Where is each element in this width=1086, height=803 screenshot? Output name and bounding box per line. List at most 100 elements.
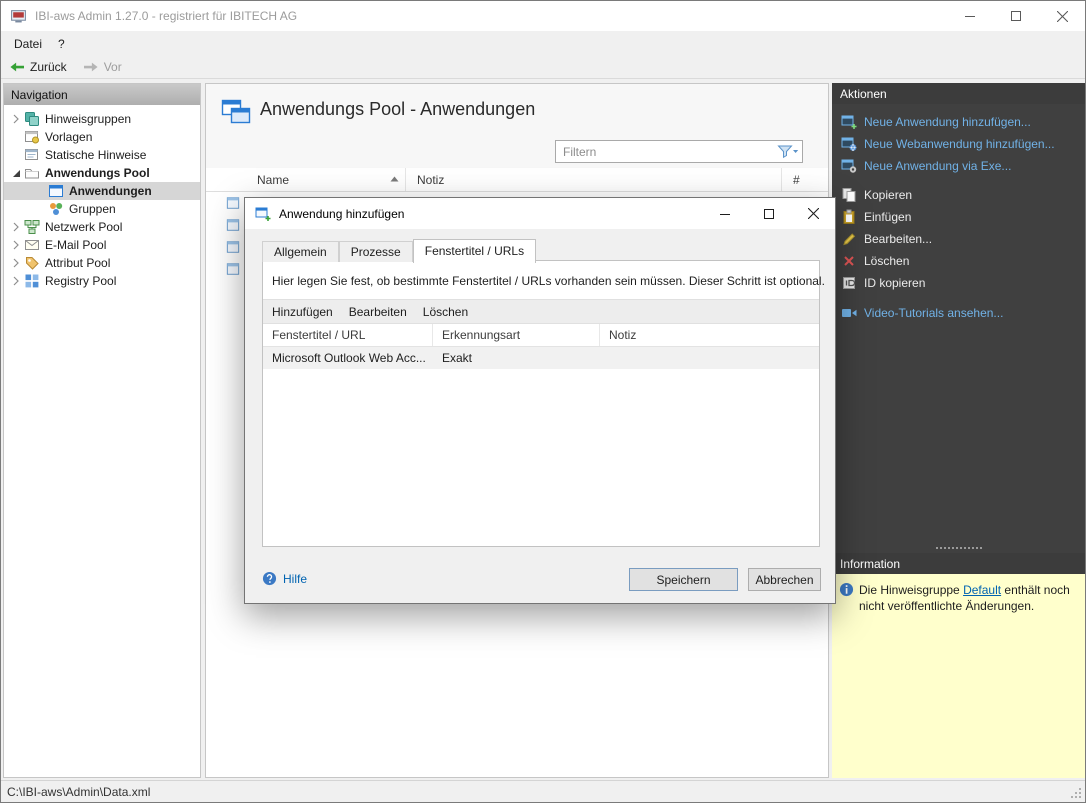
filter-icon[interactable] xyxy=(777,144,799,160)
dialog-close-button[interactable] xyxy=(791,198,835,229)
column-header-fenstertitel-url[interactable]: Fenstertitel / URL xyxy=(263,324,433,346)
netzwerk-pool-icon xyxy=(24,219,40,235)
panel-splitter[interactable] xyxy=(936,547,982,549)
hinweisgruppen-icon xyxy=(24,111,40,127)
sidebar-item-registry-pool[interactable]: Registry Pool xyxy=(4,272,200,290)
application-icon xyxy=(226,196,240,210)
chevron-right-icon[interactable] xyxy=(8,276,24,286)
filter-row xyxy=(206,137,828,168)
actions-body: Neue Anwendung hinzufügen... Neue Webanw… xyxy=(832,104,1085,553)
new-webapplication-icon xyxy=(841,136,857,152)
bearbeiten-button[interactable]: Bearbeiten xyxy=(349,305,407,319)
maximize-icon xyxy=(1011,11,1021,21)
status-path: C:\IBI-aws\Admin\Data.xml xyxy=(7,785,150,799)
sidebar-item-attribut-pool[interactable]: Attribut Pool xyxy=(4,254,200,272)
chevron-right-icon[interactable] xyxy=(8,222,24,232)
dialog-minimize-button[interactable] xyxy=(703,198,747,229)
chevron-expanded-icon[interactable] xyxy=(8,169,24,178)
app-window: IBI-aws Admin 1.27.0 - registriert für I… xyxy=(0,0,1086,803)
column-header-notiz[interactable]: Notiz xyxy=(600,324,819,346)
close-button[interactable] xyxy=(1039,1,1085,31)
sidebar-item-email-pool[interactable]: E-Mail Pool xyxy=(4,236,200,254)
information-header: Information xyxy=(832,553,1085,574)
dialog-maximize-button[interactable] xyxy=(747,198,791,229)
navigation-toolbar: Zurück Vor xyxy=(1,56,1085,79)
chevron-right-icon[interactable] xyxy=(8,240,24,250)
action-id-kopieren[interactable]: ID kopieren xyxy=(832,272,1085,294)
sidebar-item-netzwerk-pool[interactable]: Netzwerk Pool xyxy=(4,218,200,236)
anwendungs-pool-icon xyxy=(24,165,40,181)
maximize-button[interactable] xyxy=(993,1,1039,31)
action-neue-anwendung[interactable]: Neue Anwendung hinzufügen... xyxy=(832,111,1085,133)
dialog-footer: Hilfe Speichern Abbrechen xyxy=(245,559,835,603)
dialog-tab-content: Hier legen Sie fest, ob bestimmte Fenste… xyxy=(262,260,820,547)
application-icon xyxy=(226,262,240,276)
forward-icon xyxy=(83,60,99,74)
sidebar-item-gruppen[interactable]: Gruppen xyxy=(4,200,200,218)
action-video-tutorials[interactable]: Video-Tutorials ansehen... xyxy=(832,302,1085,324)
action-neue-webanwendung[interactable]: Neue Webanwendung hinzufügen... xyxy=(832,133,1085,155)
menubar: Datei ? xyxy=(1,32,1085,56)
back-icon xyxy=(9,60,25,74)
copy-icon xyxy=(841,187,857,203)
hinzufuegen-button[interactable]: Hinzufügen xyxy=(272,305,333,319)
menu-help[interactable]: ? xyxy=(50,32,73,56)
action-bearbeiten[interactable]: Bearbeiten... xyxy=(832,228,1085,250)
main-header: Anwendungs Pool - Anwendungen xyxy=(206,84,828,137)
sidebar-item-vorlagen[interactable]: Vorlagen xyxy=(4,128,200,146)
loeschen-button[interactable]: Löschen xyxy=(423,305,468,319)
action-loeschen[interactable]: Löschen xyxy=(832,250,1085,272)
dialog-toolbar: Hinzufügen Bearbeiten Löschen xyxy=(263,299,819,324)
tab-fenstertitel-urls[interactable]: Fenstertitel / URLs xyxy=(413,239,536,263)
sidebar-item-statische-hinweise[interactable]: Statische Hinweise xyxy=(4,146,200,164)
tab-allgemein[interactable]: Allgemein xyxy=(262,241,339,262)
gruppen-icon xyxy=(48,201,64,217)
sidebar-item-hinweisgruppen[interactable]: Hinweisgruppen xyxy=(4,110,200,128)
tab-prozesse[interactable]: Prozesse xyxy=(339,241,413,262)
new-application-exe-icon xyxy=(841,158,857,174)
chevron-right-icon[interactable] xyxy=(8,258,24,268)
forward-button[interactable]: Vor xyxy=(75,56,130,78)
information-text: Die Hinweisgruppe Default enthält noch n… xyxy=(832,574,1085,614)
application-icon xyxy=(226,218,240,232)
column-header-erkennungsart[interactable]: Erkennungsart xyxy=(433,324,600,346)
email-pool-icon xyxy=(24,237,40,253)
column-header-name[interactable]: Name xyxy=(246,168,406,191)
attribut-pool-icon xyxy=(24,255,40,271)
edit-icon xyxy=(841,231,857,247)
statische-hinweise-icon xyxy=(24,147,40,163)
statusbar: C:\IBI-aws\Admin\Data.xml xyxy=(1,780,1085,802)
application-icon xyxy=(226,240,240,254)
dialog-title: Anwendung hinzufügen xyxy=(279,207,404,221)
chevron-right-icon[interactable] xyxy=(8,114,24,124)
sidebar-item-anwendungen[interactable]: Anwendungen xyxy=(4,182,200,200)
dialog-table-header: Fenstertitel / URL Erkennungsart Notiz xyxy=(263,324,819,347)
default-link[interactable]: Default xyxy=(963,583,1001,597)
back-button[interactable]: Zurück xyxy=(1,56,75,78)
sidebar-item-anwendungs-pool[interactable]: Anwendungs Pool xyxy=(4,164,200,182)
save-button[interactable]: Speichern xyxy=(629,568,738,591)
cancel-button[interactable]: Abbrechen xyxy=(748,568,821,591)
actions-panel: Aktionen Neue Anwendung hinzufügen... Ne… xyxy=(832,83,1085,778)
action-einfuegen[interactable]: Einfügen xyxy=(832,206,1085,228)
registry-pool-icon xyxy=(24,273,40,289)
help-link[interactable]: Hilfe xyxy=(262,571,307,586)
filter-input[interactable] xyxy=(556,145,777,159)
navigation-tree: Hinweisgruppen Vorlagen Statische Hinwei… xyxy=(4,105,200,290)
information-header-bar: Information xyxy=(832,553,1085,574)
anwendungen-icon xyxy=(48,183,64,199)
dialog-titlebar[interactable]: Anwendung hinzufügen xyxy=(245,198,835,229)
action-neue-anwendung-via-exe[interactable]: Neue Anwendung via Exe... xyxy=(832,155,1085,177)
menu-datei[interactable]: Datei xyxy=(6,32,50,56)
resize-grip-icon[interactable] xyxy=(1069,786,1083,800)
dialog-description: Hier legen Sie fest, ob bestimmte Fenste… xyxy=(263,261,819,288)
titlebar[interactable]: IBI-aws Admin 1.27.0 - registriert für I… xyxy=(1,1,1085,31)
action-kopieren[interactable]: Kopieren xyxy=(832,184,1085,206)
minimize-icon xyxy=(965,11,975,21)
column-header-count[interactable]: # xyxy=(782,168,828,191)
column-header-notiz[interactable]: Notiz xyxy=(406,168,782,191)
table-row[interactable]: Microsoft Outlook Web Acc... Exakt xyxy=(263,347,819,369)
minimize-button[interactable] xyxy=(947,1,993,31)
minimize-icon xyxy=(720,209,730,219)
app-logo-icon xyxy=(10,8,27,25)
